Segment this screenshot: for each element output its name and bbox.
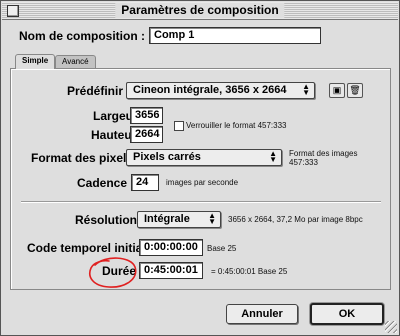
frame-rate-label: Cadence : <box>77 176 135 190</box>
width-input[interactable]: 3656 <box>130 107 163 124</box>
frame-rate-unit: images par seconde <box>166 178 239 187</box>
popup-arrows-icon: ▲ ▼ <box>302 82 310 97</box>
popup-arrows-icon: ▲ ▼ <box>208 211 216 226</box>
start-timecode-base: Base 25 <box>207 244 237 253</box>
annotation-stroke <box>89 257 137 288</box>
title-bar[interactable]: Paramètres de composition <box>2 2 398 20</box>
resolution-info: 3656 x 2664, 37,2 Mo par image 8bpc <box>228 215 363 224</box>
pixel-format-value: Pixels carrés <box>133 151 201 163</box>
preset-popup[interactable]: Cineon intégrale, 3656 x 2664 ▲ ▼ <box>126 82 315 99</box>
tab-simple[interactable]: Simple <box>15 54 56 69</box>
trash-icon: 🗑 <box>349 85 361 95</box>
pixel-format-popup[interactable]: Pixels carrés ▲ ▼ <box>126 149 282 166</box>
duration-input[interactable]: 0:45:00:01 <box>139 262 203 279</box>
save-preset-button[interactable]: ▣ <box>329 83 345 98</box>
cancel-button[interactable]: Annuler <box>226 304 298 324</box>
frame-aspect-value: 457:333 <box>289 158 318 167</box>
start-timecode-input[interactable]: 0:00:00:00 <box>139 239 203 256</box>
preset-value: Cineon intégrale, 3656 x 2664 <box>133 84 287 96</box>
preset-label: Prédéfinir : <box>67 84 131 98</box>
lock-ratio-checkbox[interactable] <box>174 121 184 131</box>
frame-rate-input[interactable]: 24 <box>131 174 159 191</box>
duration-info: = 0:45:00:01 Base 25 <box>211 267 288 276</box>
tab-advanced[interactable]: Avancé <box>55 55 96 69</box>
comp-name-input[interactable]: Comp 1 <box>149 27 321 44</box>
comp-name-label: Nom de composition : <box>19 29 145 43</box>
pixel-format-label: Format des pixels : <box>31 151 141 165</box>
delete-preset-button[interactable]: 🗑 <box>347 83 363 98</box>
disk-icon: ▣ <box>332 85 342 95</box>
resolution-label: Résolution : <box>75 213 145 227</box>
composition-settings-dialog: Paramètres de composition Nom de composi… <box>0 0 400 336</box>
ok-button[interactable]: OK <box>310 303 384 325</box>
lock-ratio-label: Verrouiller le format 457:333 <box>186 121 287 130</box>
height-input[interactable]: 2664 <box>130 126 163 143</box>
resize-grip-icon[interactable] <box>385 321 397 333</box>
resolution-popup[interactable]: Intégrale ▲ ▼ <box>137 211 221 228</box>
window-title: Paramètres de composition <box>115 3 285 18</box>
separator <box>21 201 381 203</box>
close-box-icon[interactable] <box>7 5 19 17</box>
resolution-value: Intégrale <box>144 213 190 225</box>
red-circle-annotation <box>89 257 137 288</box>
popup-arrows-icon: ▲ ▼ <box>269 149 277 164</box>
